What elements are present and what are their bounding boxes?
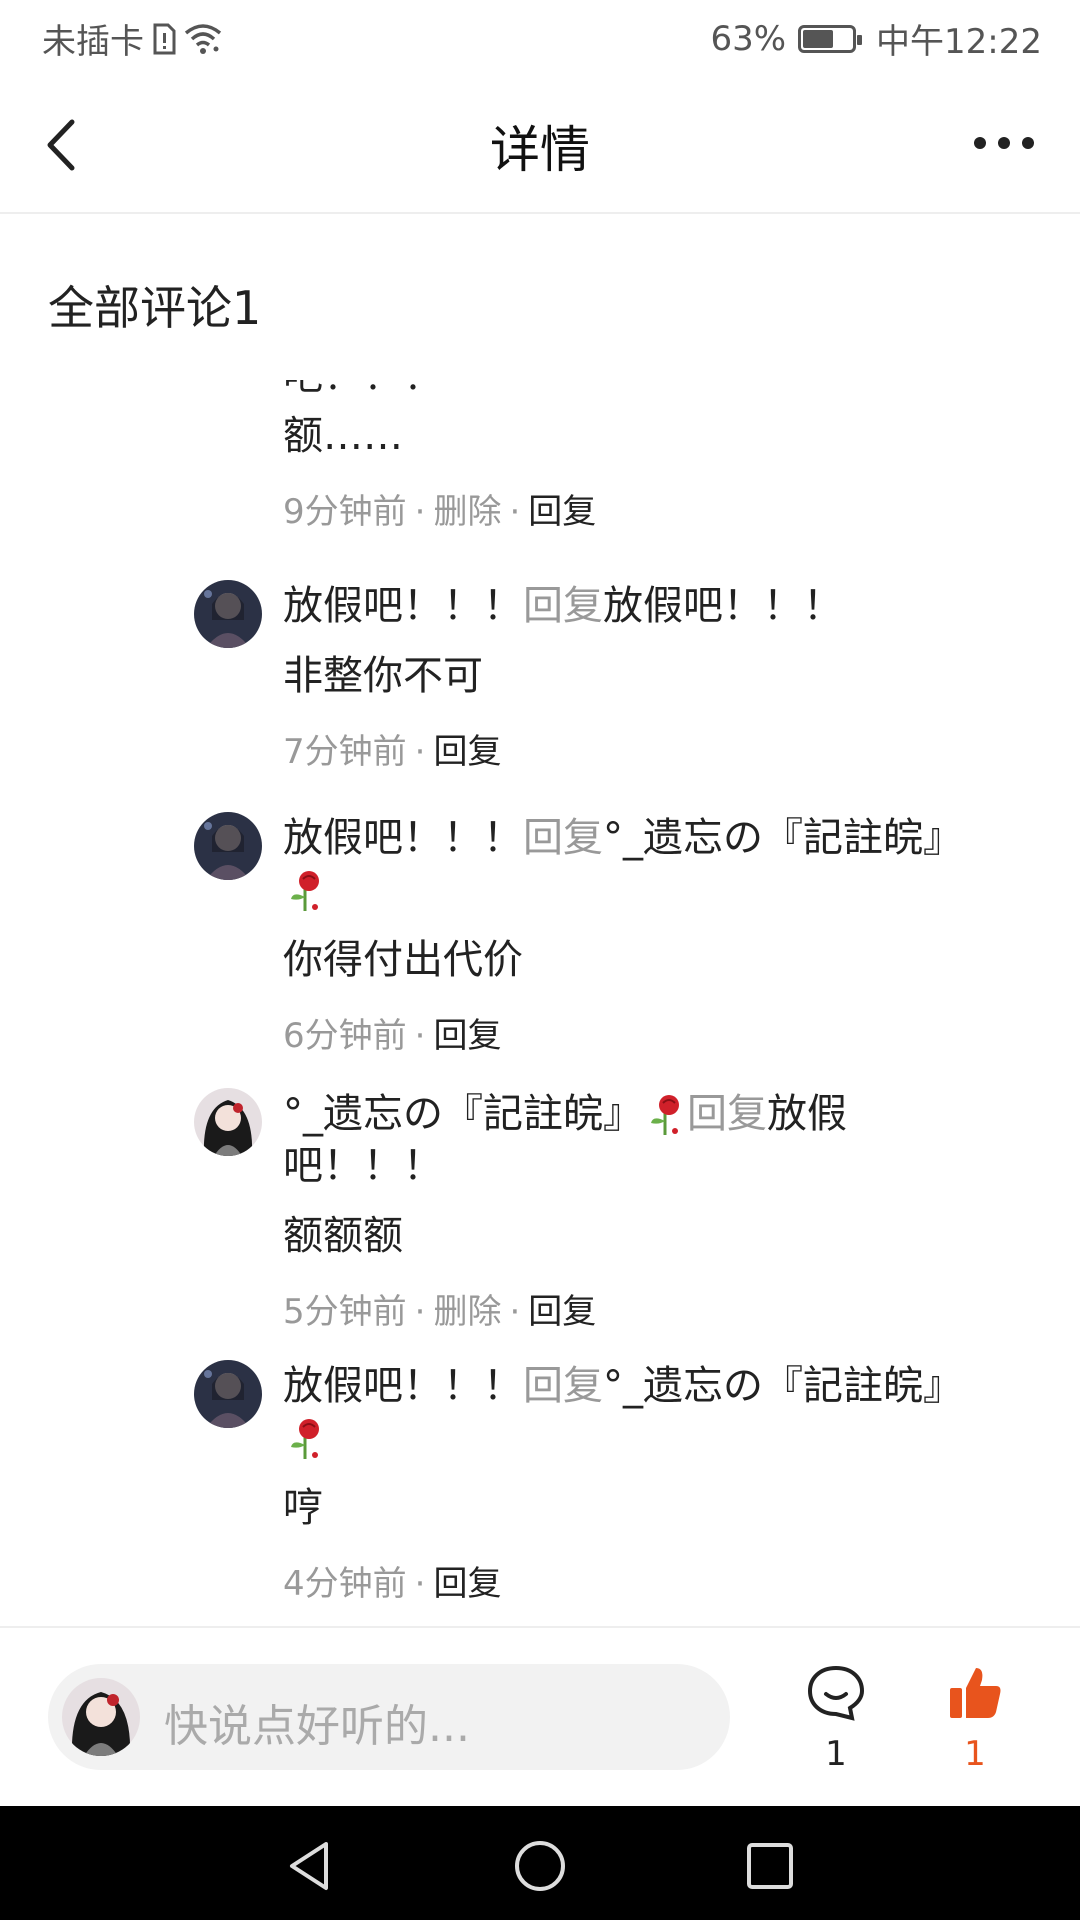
home-circle-icon[interactable] xyxy=(512,1838,568,1894)
header: 详情 xyxy=(0,80,1080,214)
thumbs-up-icon xyxy=(950,1668,1001,1718)
comment-time: 5分钟前 xyxy=(283,1292,407,1332)
like-count: 1 xyxy=(964,1734,986,1774)
section-title: 全部评论1 xyxy=(48,281,262,335)
page-title: 详情 xyxy=(490,121,590,179)
wifi-icon xyxy=(184,23,222,54)
reply-button[interactable]: 回复 xyxy=(433,732,501,772)
comment-text-partial: 吧！！！ xyxy=(283,380,983,402)
comment-author[interactable]: °_遗忘の『記註皖』 xyxy=(283,1091,643,1137)
recents-square-icon[interactable] xyxy=(742,1838,798,1894)
comment-time: 4分钟前 xyxy=(283,1564,407,1604)
sim-alert-icon xyxy=(153,23,176,54)
like-button[interactable]: 1 xyxy=(935,1664,1015,1774)
status-bar: 未插卡 63% 中午12:22 xyxy=(0,0,1080,80)
more-options-icon[interactable] xyxy=(974,128,1044,158)
reply-target[interactable]: °_遗忘の『記註皖』 xyxy=(603,815,963,861)
comment-author[interactable]: 放假吧！！！ xyxy=(283,583,523,629)
comment-list[interactable]: 吧！！！ 额…… 9分钟前·删除·回复 放假吧！！！回复放假吧！！！ 非整你不可… xyxy=(0,380,1080,1628)
reply-word: 回复 xyxy=(523,583,603,629)
system-nav-bar xyxy=(0,1806,1080,1920)
rose-emoji-icon xyxy=(291,1419,319,1459)
comment-input[interactable]: 快说点好听的... xyxy=(48,1664,730,1770)
avatar[interactable] xyxy=(194,1360,262,1428)
reply-word: 回复 xyxy=(523,1363,603,1409)
comment-time: 6分钟前 xyxy=(283,1016,407,1056)
comment-text: 非整你不可 xyxy=(283,653,483,699)
comment-text: 额…… xyxy=(283,413,403,459)
input-placeholder: 快说点好听的... xyxy=(164,1701,470,1752)
comment-text: 哼 xyxy=(283,1485,323,1531)
rose-emoji-icon xyxy=(651,1095,679,1135)
comment-author[interactable]: 放假吧！！！ xyxy=(283,1363,523,1409)
comment-count: 1 xyxy=(825,1734,847,1774)
reply-target[interactable]: 放假吧！！！ xyxy=(603,583,843,629)
rose-emoji-icon xyxy=(291,871,319,911)
avatar[interactable] xyxy=(194,812,262,880)
reply-button[interactable]: 回复 xyxy=(433,1016,501,1056)
reply-word: 回复 xyxy=(687,1091,767,1137)
comment-text: 额额额 xyxy=(283,1213,403,1259)
comment-text: 你得付出代价 xyxy=(283,937,523,983)
carrier-label: 未插卡 xyxy=(42,22,144,62)
clock: 中午12:22 xyxy=(876,22,1042,62)
reply-target[interactable]: °_遗忘の『記註皖』 xyxy=(603,1363,963,1409)
reply-button[interactable]: 回复 xyxy=(528,492,596,532)
comment-time: 9分钟前 xyxy=(283,492,407,532)
delete-button[interactable]: 删除 xyxy=(433,1292,501,1332)
reply-button[interactable]: 回复 xyxy=(433,1564,501,1604)
comment-button[interactable]: 1 xyxy=(796,1664,876,1774)
comment-bar: 快说点好听的... 1 1 xyxy=(0,1626,1080,1806)
avatar xyxy=(62,1678,140,1756)
comment-icon xyxy=(807,1665,865,1721)
back-triangle-icon[interactable] xyxy=(282,1838,338,1894)
reply-button[interactable]: 回复 xyxy=(528,1292,596,1332)
avatar[interactable] xyxy=(194,1088,262,1156)
comment-author[interactable]: 放假吧！！！ xyxy=(283,815,523,861)
delete-button[interactable]: 删除 xyxy=(433,492,501,532)
comment-time: 7分钟前 xyxy=(283,732,407,772)
reply-word: 回复 xyxy=(523,815,603,861)
battery-icon xyxy=(798,24,863,53)
battery-percent: 63% xyxy=(710,18,787,59)
avatar[interactable] xyxy=(194,580,262,648)
